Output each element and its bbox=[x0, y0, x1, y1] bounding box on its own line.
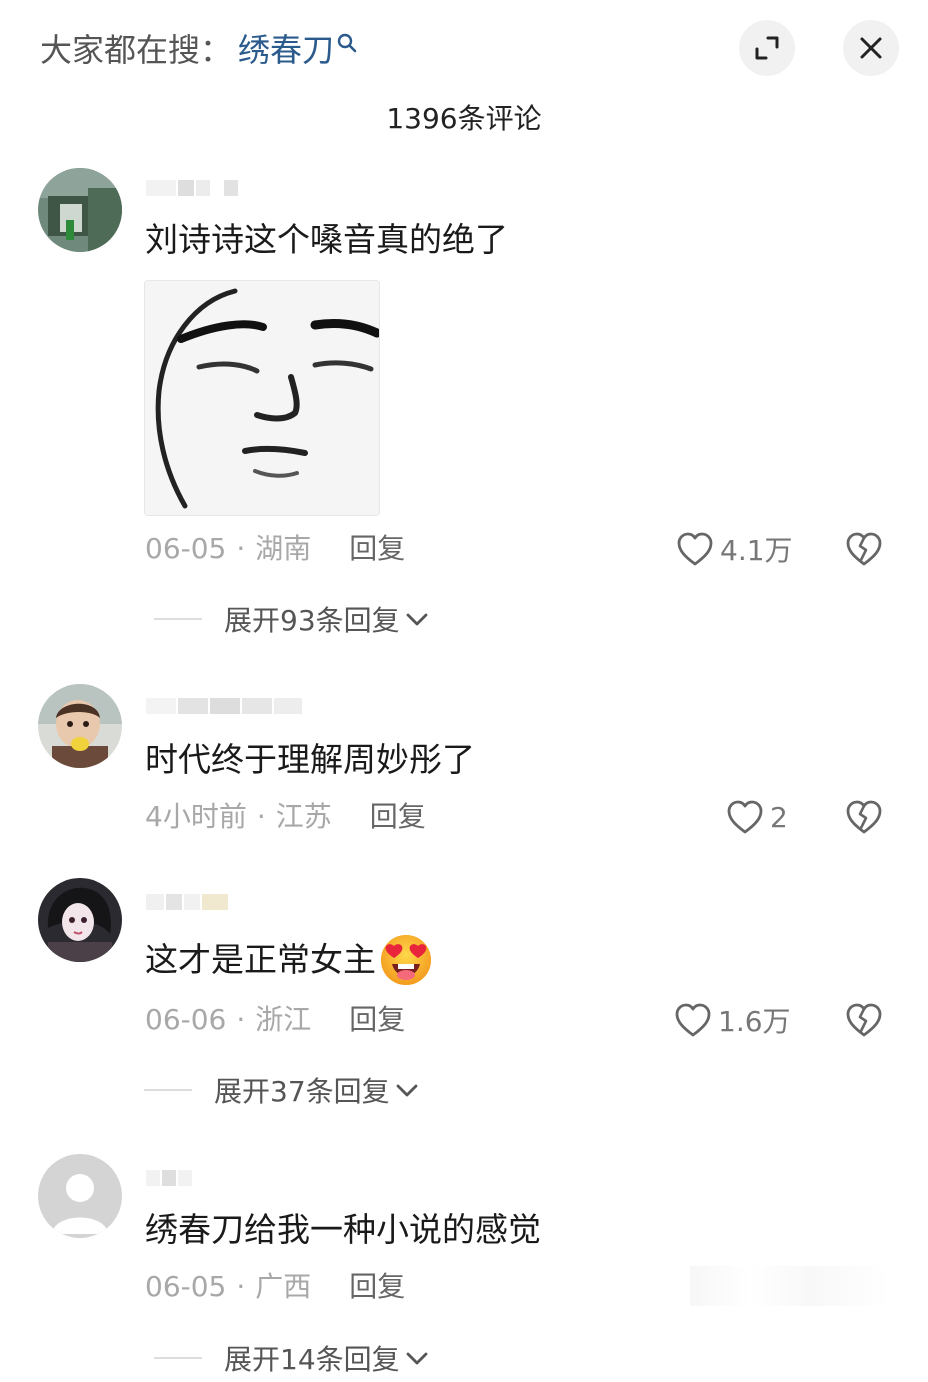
reply-button[interactable]: 回复 bbox=[349, 1003, 405, 1036]
avatar[interactable] bbox=[38, 878, 122, 962]
expand-replies-label: 展开93条回复 bbox=[224, 604, 400, 637]
like-count: 4.1万 bbox=[720, 534, 793, 567]
comment-location: 浙江 bbox=[255, 1003, 312, 1036]
comment-text: 刘诗诗这个嗓音真的绝了 bbox=[145, 220, 508, 259]
username[interactable] bbox=[146, 698, 302, 718]
like-count: 1.6万 bbox=[718, 1005, 791, 1038]
meta-separator: · bbox=[256, 800, 266, 833]
collapse-expand-icon bbox=[755, 36, 779, 60]
heart-eyes-emoji bbox=[381, 935, 431, 985]
comment-location: 湖南 bbox=[255, 532, 312, 565]
meta-separator: · bbox=[236, 1003, 246, 1036]
comment-date: 06-05 bbox=[145, 1270, 227, 1303]
broken-heart-icon[interactable] bbox=[845, 531, 883, 567]
comment-text: 这才是正常女主 bbox=[145, 932, 434, 988]
like-button[interactable]: 1.6万 bbox=[674, 1000, 791, 1040]
comment-count: 1396条评论 bbox=[386, 102, 542, 135]
comment-location: 江苏 bbox=[275, 800, 332, 833]
chevron-down-icon bbox=[406, 613, 428, 626]
chevron-down-icon bbox=[396, 1084, 418, 1097]
comment-date: 06-05 bbox=[145, 532, 227, 565]
username[interactable] bbox=[146, 894, 228, 914]
avatar[interactable] bbox=[38, 1154, 122, 1238]
like-area-blurred bbox=[690, 1266, 890, 1306]
search-icon bbox=[337, 33, 357, 53]
search-keyword[interactable]: 绣春刀 bbox=[238, 28, 334, 72]
like-button[interactable]: 4.1万 bbox=[676, 529, 793, 569]
divider bbox=[144, 1089, 192, 1091]
username[interactable] bbox=[146, 180, 238, 200]
meta-separator: · bbox=[236, 532, 246, 565]
expand-replies-button[interactable]: 展开37条回复 bbox=[144, 1070, 420, 1110]
reply-button[interactable]: 回复 bbox=[349, 1270, 405, 1303]
close-icon bbox=[860, 37, 882, 59]
divider bbox=[154, 1357, 202, 1359]
comment-text-content: 这才是正常女主 bbox=[145, 940, 376, 979]
heart-icon bbox=[677, 532, 713, 566]
comment-meta: 06-05 · 湖南 回复 bbox=[145, 530, 405, 568]
like-count: 2 bbox=[770, 800, 788, 834]
avatar[interactable] bbox=[38, 684, 122, 768]
comment-meta: 4小时前 · 江苏 回复 bbox=[145, 798, 426, 836]
comment-meta: 06-05 · 广西 回复 bbox=[145, 1268, 405, 1306]
comment-meta: 06-06 · 浙江 回复 bbox=[145, 1001, 405, 1039]
broken-heart-icon[interactable] bbox=[845, 1002, 883, 1038]
search-suggestion[interactable]: 大家都在搜： 绣春刀 bbox=[40, 28, 358, 72]
comment-date: 4小时前 bbox=[145, 800, 247, 833]
expand-replies-label: 展开14条回复 bbox=[224, 1343, 400, 1376]
expand-replies-button[interactable]: 展开93条回复 bbox=[154, 599, 430, 639]
chevron-down-icon bbox=[406, 1352, 428, 1365]
comment-location: 广西 bbox=[255, 1270, 312, 1303]
heart-icon bbox=[727, 800, 763, 834]
meta-separator: · bbox=[236, 1270, 246, 1303]
comment-text: 时代终于理解周妙彤了 bbox=[145, 740, 475, 779]
reply-button[interactable]: 回复 bbox=[349, 532, 405, 565]
like-button[interactable]: 2 bbox=[726, 797, 788, 837]
fullscreen-button[interactable] bbox=[739, 20, 795, 76]
default-avatar-icon bbox=[38, 1154, 122, 1238]
broken-heart-icon[interactable] bbox=[845, 799, 883, 835]
comments-sheet: 大家都在搜： 绣春刀 1396条评论 刘诗诗这个嗓音真的绝了 06-05 · 湖… bbox=[0, 0, 928, 1382]
heart-icon bbox=[675, 1003, 711, 1037]
search-prefix: 大家都在搜： bbox=[40, 31, 233, 69]
divider bbox=[154, 618, 202, 620]
expand-replies-button[interactable]: 展开14条回复 bbox=[154, 1338, 430, 1378]
reply-button[interactable]: 回复 bbox=[370, 800, 426, 833]
comment-text: 绣春刀给我一种小说的感觉 bbox=[145, 1210, 541, 1249]
comment-date: 06-06 bbox=[145, 1003, 227, 1036]
avatar[interactable] bbox=[38, 168, 122, 252]
expand-replies-label: 展开37条回复 bbox=[214, 1075, 390, 1108]
username[interactable] bbox=[146, 1170, 192, 1190]
sticker-image[interactable] bbox=[144, 280, 380, 516]
close-button[interactable] bbox=[843, 20, 899, 76]
